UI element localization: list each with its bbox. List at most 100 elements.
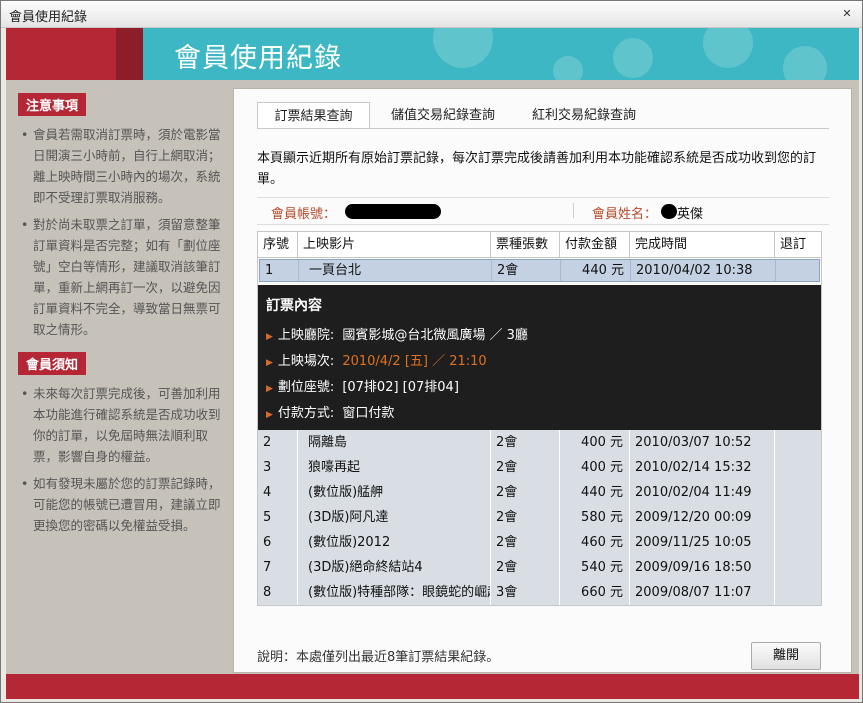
cell-tickets: 2會 xyxy=(491,455,560,480)
dialog-window: 會員使用紀錄 ✕ 會員使用紀錄 注意事項 • 會員若需取消訂票時，須於電影當日開演… xyxy=(0,0,863,703)
cell-tickets: 2會 xyxy=(491,505,560,530)
arrow-icon: ▶ xyxy=(266,332,273,342)
notice-heading: 注意事項 xyxy=(18,93,87,116)
cell-no: 8 xyxy=(258,580,298,605)
col-header-time: 完成時間 xyxy=(630,232,775,257)
cell-movie: (數位版)特種部隊：眼鏡蛇的崛起 xyxy=(298,580,491,605)
col-header-amount: 付款金額 xyxy=(560,232,630,257)
col-header-movie: 上映影片 xyxy=(298,232,491,257)
table-row[interactable]: 8 (數位版)特種部隊：眼鏡蛇的崛起 3會 660 元 2009/08/07 11:07 xyxy=(258,580,821,605)
page-header: 會員使用紀錄 xyxy=(6,28,859,80)
cell-movie: 隔離島 xyxy=(298,430,491,455)
cell-time: 2009/11/25 10:05 xyxy=(630,530,775,555)
cell-refund xyxy=(775,455,821,480)
cell-movie: (數位版)艋舺 xyxy=(298,480,491,505)
table-header: 序號 上映影片 票種張數 付款金額 完成時間 退訂 xyxy=(258,232,821,258)
cell-time: 2009/08/07 11:07 xyxy=(630,580,775,605)
cell-time: 2010/04/02 10:38 xyxy=(631,260,776,281)
cell-movie: (數位版)2012 xyxy=(298,530,491,555)
list-item: • 會員若需取消訂票時，須於電影當日開演三小時前，自行上網取消；離上映時間三小時內… xyxy=(21,127,221,205)
arrow-icon: ▶ xyxy=(266,410,273,420)
detail-row-showtime: ▶ 上映場次: 2010/4/2 [五] ／ 21:10 xyxy=(266,354,487,369)
redacted-account xyxy=(345,204,441,219)
col-header-refund: 退訂 xyxy=(780,237,807,252)
page-description: 本頁顯示近期所有原始訂票記錄，每次訂票完成後請善加利用本功能確認系統是否成功收到… xyxy=(257,151,817,187)
cell-tickets: 2會 xyxy=(491,480,560,505)
list-item: • 對於尚未取票之訂單，須留意整筆訂單資料是否完整；如有「劃位座號」空白等情形，建… xyxy=(21,217,221,337)
footnote: 說明：本處僅列出最近8筆訂票結果紀錄。 xyxy=(257,650,500,665)
cell-time: 2009/09/16 18:50 xyxy=(630,555,775,580)
table-row[interactable]: 5 (3D版)阿凡達 2會 580 元 2009/12/20 00:09 xyxy=(258,505,821,530)
page-footer xyxy=(6,674,859,699)
close-button[interactable]: 離開 xyxy=(751,642,821,670)
tab-booking-results[interactable]: 訂票結果查詢 xyxy=(257,102,370,129)
tab-stored-value[interactable]: 儲值交易紀錄查詢 xyxy=(379,102,507,128)
table-row[interactable]: 2 隔離島 2會 400 元 2010/03/07 10:52 xyxy=(258,430,821,455)
cell-tickets: 2會 xyxy=(491,430,560,455)
cell-tickets: 3會 xyxy=(491,580,560,605)
cell-time: 2010/02/04 11:49 xyxy=(630,480,775,505)
cell-amount: 400 元 xyxy=(560,430,630,455)
cell-refund xyxy=(775,430,821,455)
cell-no: 7 xyxy=(258,555,298,580)
booking-table: 序號 上映影片 票種張數 付款金額 完成時間 退訂 1 一頁台北 2會 440 … xyxy=(257,231,822,606)
page-title: 會員使用紀錄 xyxy=(174,43,342,74)
tab-bonus[interactable]: 紅利交易紀錄查詢 xyxy=(520,102,648,128)
cell-no: 2 xyxy=(258,430,298,455)
cell-no: 4 xyxy=(258,480,298,505)
col-header-no: 序號 xyxy=(258,232,298,257)
cell-no: 3 xyxy=(258,455,298,480)
table-row[interactable]: 7 (3D版)絕命終結站4 2會 540 元 2009/09/16 18:50 xyxy=(258,555,821,580)
booking-detail-panel: 訂票內容 ▶ 上映廳院: 國賓影城@台北微風廣場 ／ 3廳 ▶ 上映場次: 2010/4… xyxy=(258,285,821,430)
close-icon[interactable]: ✕ xyxy=(840,7,854,21)
table-row[interactable]: 3 狼嚎再起 2會 400 元 2010/02/14 15:32 xyxy=(258,455,821,480)
cell-movie: (3D版)絕命終結站4 xyxy=(298,555,491,580)
arrow-icon: ▶ xyxy=(266,358,273,368)
header-red-block xyxy=(6,28,116,80)
cell-refund xyxy=(775,505,821,530)
table-row[interactable]: 4 (數位版)艋舺 2會 440 元 2010/02/04 11:49 xyxy=(258,480,821,505)
cell-movie: 一頁台北 xyxy=(299,260,492,281)
cell-refund xyxy=(775,480,821,505)
window-title: 會員使用紀錄 xyxy=(9,10,88,25)
detail-row-theater: ▶ 上映廳院: 國賓影城@台北微風廣場 ／ 3廳 xyxy=(266,328,528,343)
cell-amount: 440 元 xyxy=(560,480,630,505)
detail-title: 訂票內容 xyxy=(266,298,322,314)
notice-list: • 會員若需取消訂票時，須於電影當日開演三小時前，自行上網取消；離上映時間三小時內… xyxy=(13,124,223,340)
cell-amount: 460 元 xyxy=(560,530,630,555)
cell-time: 2010/03/07 10:52 xyxy=(630,430,775,455)
tab-divider xyxy=(257,128,829,129)
cell-amount: 440 元 xyxy=(561,260,631,281)
detail-row-payment: ▶ 付款方式: 窗口付款 xyxy=(266,406,395,421)
cell-amount: 660 元 xyxy=(560,580,630,605)
table-row-selected[interactable]: 1 一頁台北 2會 440 元 2010/04/02 10:38 xyxy=(259,259,820,282)
table-body: 2 隔離島 2會 400 元 2010/03/07 10:52 3 狼嚎再起 2會 400 元2… xyxy=(258,430,821,605)
table-row[interactable]: 6 (數位版)2012 2會 460 元 2009/11/25 10:05 xyxy=(258,530,821,555)
cell-amount: 400 元 xyxy=(560,455,630,480)
title-bar: 會員使用紀錄 ✕ xyxy=(1,1,862,28)
sidebar: 注意事項 • 會員若需取消訂票時，須於電影當日開演三小時前，自行上網取消；離上映時… xyxy=(13,87,223,542)
cell-amount: 540 元 xyxy=(560,555,630,580)
header-dark-block xyxy=(116,28,143,80)
member-info-list: • 未來每次訂票完成後，可善加利用本功能進行確認系統是否成功收到你的訂單，以免屆時… xyxy=(13,383,223,536)
cell-tickets: 2會 xyxy=(491,555,560,580)
member-name: 英傑 xyxy=(677,207,704,222)
cell-refund xyxy=(775,530,821,555)
account-label: 會員帳號： xyxy=(271,207,337,222)
col-header-tickets: 票種張數 xyxy=(491,232,560,257)
cell-refund xyxy=(775,555,821,580)
cell-tickets: 2會 xyxy=(491,530,560,555)
arrow-icon: ▶ xyxy=(266,384,273,394)
member-info-heading: 會員須知 xyxy=(18,352,87,375)
main-panel: 訂票結果查詢 儲值交易紀錄查詢 紅利交易紀錄查詢 本頁顯示近期所有原始訂票記錄，… xyxy=(233,88,852,673)
redacted-name xyxy=(661,204,677,219)
cell-time: 2009/12/20 00:09 xyxy=(630,505,775,530)
cell-no: 1 xyxy=(260,260,299,281)
list-item: • 如有發現未屬於您的訂票記錄時，可能您的帳號已遭冒用，建議立即更換您的密碼以免權… xyxy=(21,476,221,533)
cell-time: 2010/02/14 15:32 xyxy=(630,455,775,480)
cell-refund xyxy=(775,580,821,605)
list-item: • 未來每次訂票完成後，可善加利用本功能進行確認系統是否成功收到你的訂單，以免屆時… xyxy=(21,386,221,464)
content-frame: 會員使用紀錄 注意事項 • 會員若需取消訂票時，須於電影當日開演三小時前，自行上網… xyxy=(6,28,859,699)
cell-refund xyxy=(776,260,821,281)
cell-tickets: 2會 xyxy=(492,260,561,281)
